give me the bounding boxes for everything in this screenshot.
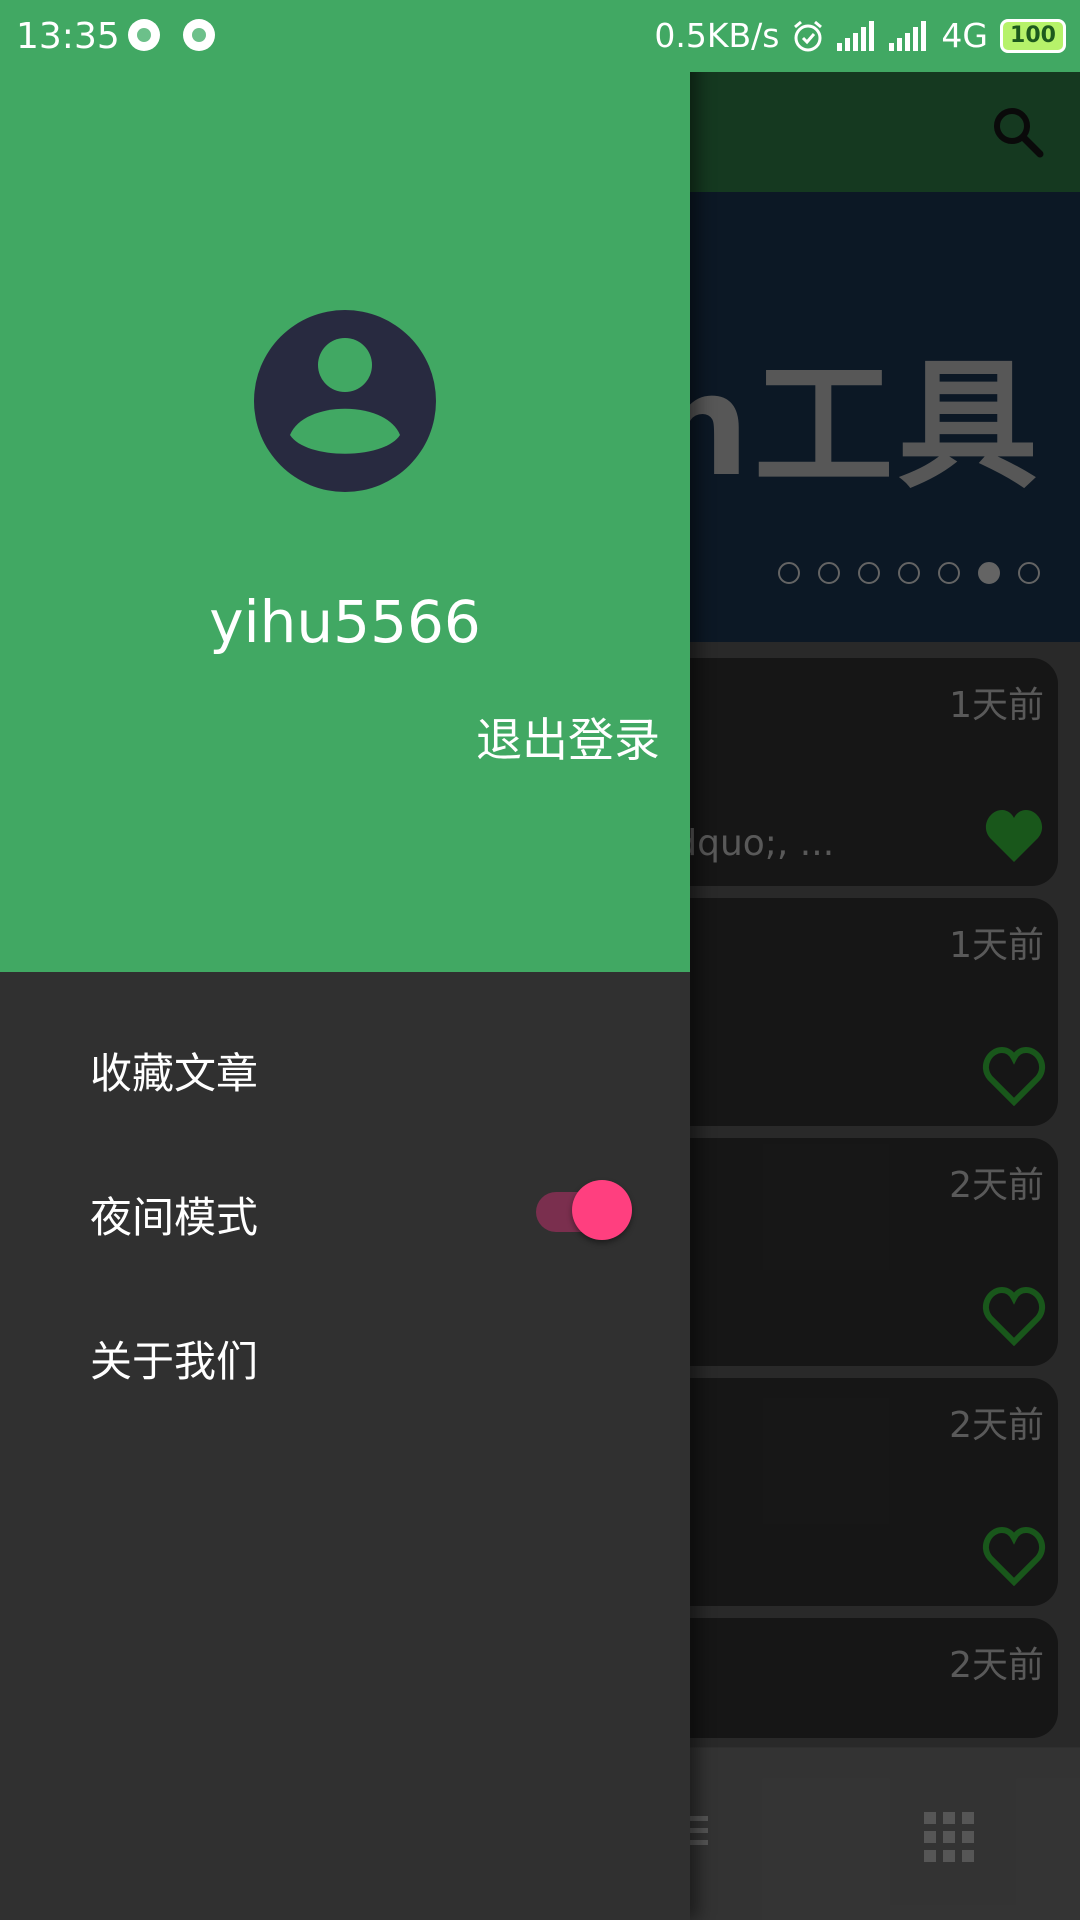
status-bar: 13:35 0.5KB/s 4G 100 xyxy=(0,0,1080,72)
alarm-icon xyxy=(794,20,823,51)
notification-icon xyxy=(183,19,215,51)
menu-item-night-mode[interactable]: 夜间模式 xyxy=(90,1184,258,1245)
navigation-drawer: yihu5566 退出登录 收藏文章 夜间模式 关于我们 xyxy=(0,0,690,1920)
username: yihu5566 xyxy=(209,588,481,656)
net-speed: 0.5KB/s xyxy=(654,16,780,55)
menu-item-about[interactable]: 关于我们 xyxy=(90,1328,258,1389)
status-time: 13:35 xyxy=(16,16,120,57)
notification-icon xyxy=(128,19,160,51)
menu-item-favorites[interactable]: 收藏文章 xyxy=(90,1040,258,1101)
account-avatar-icon[interactable] xyxy=(254,310,436,492)
signal-icon xyxy=(837,20,875,51)
battery-icon: 100 xyxy=(1000,18,1066,53)
signal-icon xyxy=(889,20,927,51)
network-type: 4G xyxy=(941,16,988,55)
logout-button[interactable]: 退出登录 xyxy=(476,704,660,770)
toggle-thumb xyxy=(572,1180,632,1240)
night-mode-toggle[interactable] xyxy=(536,1180,632,1240)
drawer-header: yihu5566 退出登录 xyxy=(0,0,690,972)
